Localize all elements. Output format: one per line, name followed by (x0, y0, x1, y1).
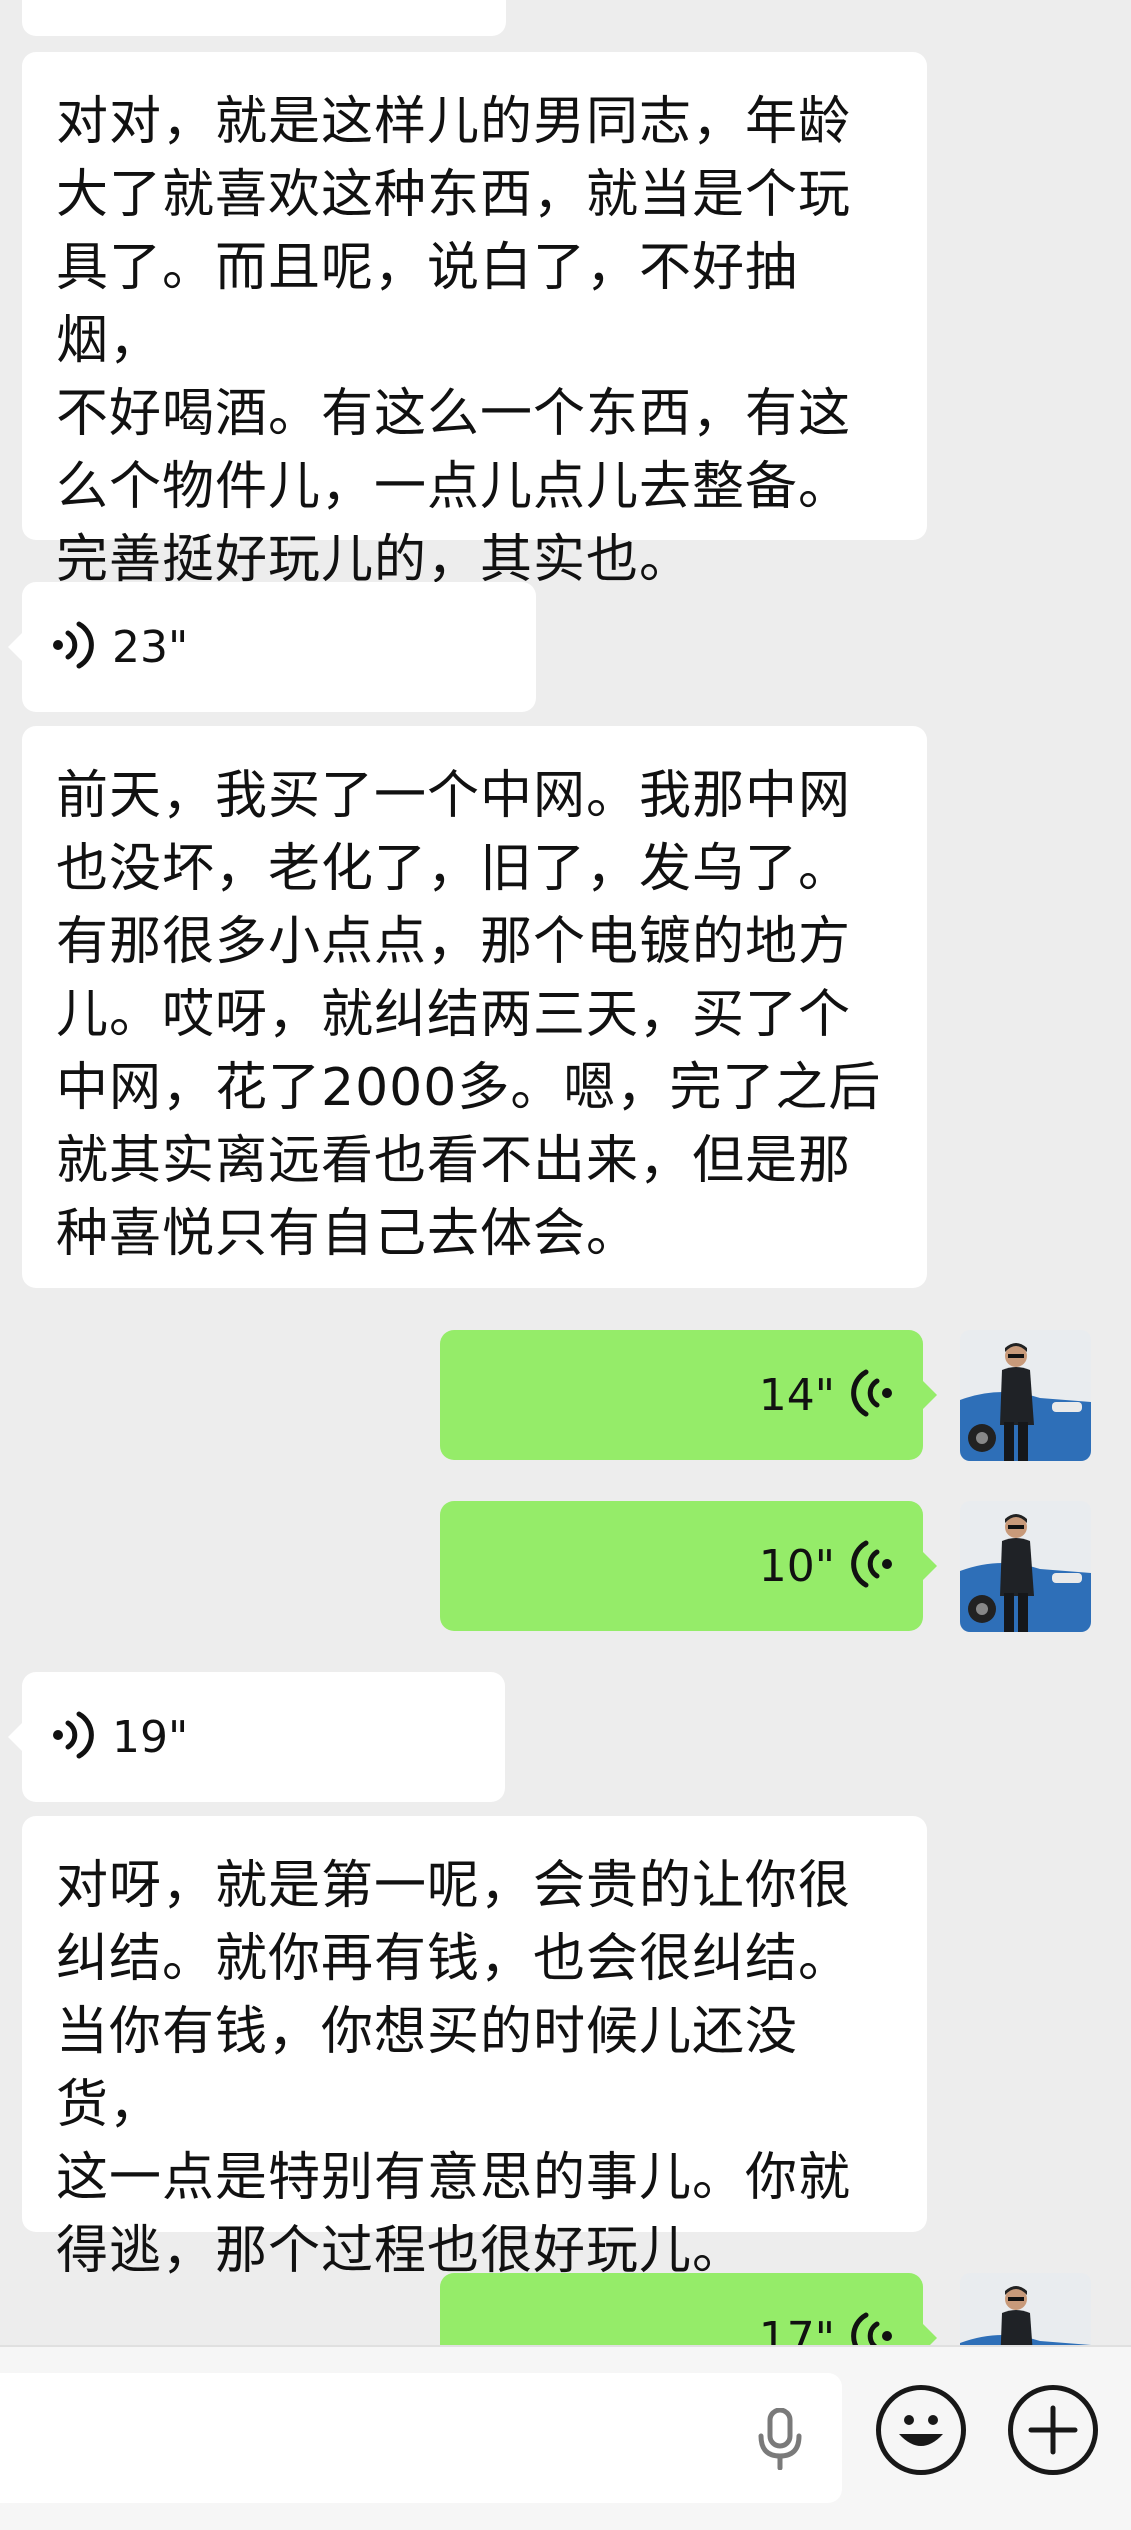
voice-message-bubble[interactable]: 10" (440, 1501, 937, 1631)
chat-area[interactable]: 对对，就是这样儿的男同志，年龄 大了就喜欢这种东西，就当是个玩 具了。而且呢，说… (0, 0, 1131, 2345)
voice-duration: 10" (758, 1540, 835, 1592)
message-bubble-text[interactable]: 前天，我买了一个中网。我那中网 也没坏，老化了，旧了，发乌了。 有那很多小点点，… (22, 726, 927, 1288)
voice-message-bubble[interactable]: 14" (440, 1330, 937, 1460)
emoji-button[interactable] (876, 2385, 966, 2475)
voice-duration: 23" (112, 621, 189, 673)
voice-duration: 19" (112, 1711, 189, 1763)
emoji-icon (881, 2390, 961, 2474)
plus-icon (1013, 2390, 1093, 2474)
bubble-tail (923, 2324, 937, 2345)
plus-button[interactable] (1008, 2385, 1098, 2475)
bubble-tail (8, 633, 22, 661)
bubble-tail (923, 1381, 937, 1409)
bubble-tail (8, 1723, 22, 1751)
voice-wave-icon (849, 1539, 893, 1593)
avatar[interactable] (960, 2273, 1091, 2345)
message-text: 前天，我买了一个中网。我那中网 也没坏，老化了，旧了，发乌了。 有那很多小点点，… (56, 766, 882, 1264)
voice-message-bubble[interactable]: 19" (8, 1672, 505, 1802)
voice-message-bubble[interactable]: 17" (440, 2273, 937, 2346)
voice-duration: 14" (758, 1369, 835, 1421)
voice-message-bubble[interactable]: 23" (8, 582, 536, 712)
message-bubble-text[interactable]: 对呀，就是第一呢，会贵的让你很 纠结。就你再有钱，也会很纠结。 当你有钱，你想买… (22, 1816, 927, 2281)
voice-duration: 17" (758, 2312, 835, 2346)
avatar[interactable] (960, 1501, 1091, 1632)
voice-wave-icon (52, 1710, 96, 1764)
message-bubble-text[interactable]: 对对，就是这样儿的男同志，年龄 大了就喜欢这种东西，就当是个玩 具了。而且呢，说… (22, 52, 927, 590)
message-text: 对对，就是这样儿的男同志，年龄 大了就喜欢这种东西，就当是个玩 具了。而且呢，说… (56, 92, 852, 590)
message-input[interactable] (0, 2373, 842, 2503)
bubble-tail (923, 1552, 937, 1580)
microphone-icon[interactable] (755, 2407, 805, 2474)
voice-wave-icon (849, 2311, 893, 2345)
message-bubble-text[interactable] (22, 0, 506, 36)
avatar[interactable] (960, 1330, 1091, 1461)
voice-wave-icon (849, 1368, 893, 1422)
input-bar (0, 2345, 1131, 2530)
voice-wave-icon (52, 620, 96, 674)
message-text: 对呀，就是第一呢，会贵的让你很 纠结。就你再有钱，也会很纠结。 当你有钱，你想买… (56, 1856, 852, 2281)
